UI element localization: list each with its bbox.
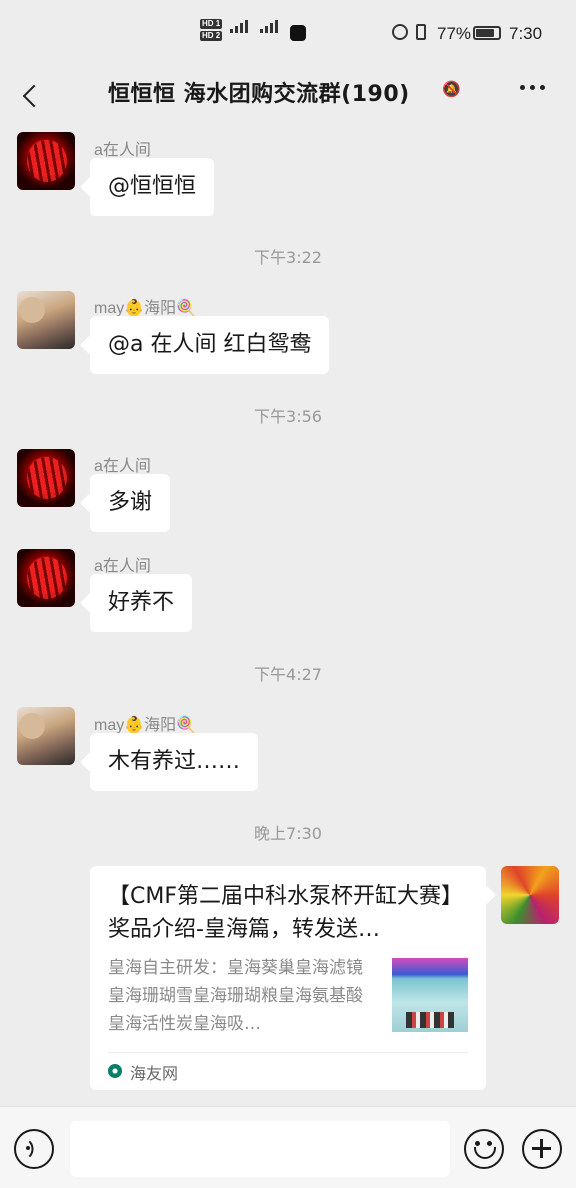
battery-percent: 77% (437, 24, 472, 43)
my-avatar[interactable] (501, 866, 559, 924)
more-icon[interactable] (520, 85, 545, 90)
chat-header: 恒恒恒 海水团购交流群(190) 🔕 (0, 68, 576, 124)
divider (108, 1052, 468, 1053)
source-logo-icon (108, 1064, 122, 1078)
sender-name: a在人间 (94, 558, 151, 575)
message-bubble[interactable]: 木有养过…… (90, 733, 259, 791)
timestamp: 下午3:56 (254, 407, 322, 426)
link-card-thumbnail (392, 958, 468, 1032)
chat-title: 恒恒恒 海水团购交流群(190) (108, 82, 410, 107)
signal-2-icon (260, 20, 278, 33)
sender-name: may👶海阳🍭 (94, 717, 197, 734)
message-bubble[interactable]: 好养不 (90, 574, 193, 632)
alarm-icon (392, 24, 408, 40)
avatar[interactable] (17, 707, 75, 765)
message-bubble[interactable]: @a 在人间 红白鸳鸯 (90, 316, 330, 374)
sender-name: a在人间 (94, 142, 151, 159)
status-time: 7:30 (509, 24, 543, 43)
timestamp: 晚上7:30 (254, 824, 322, 843)
link-card-source: 海友网 (130, 1064, 179, 1083)
sender-name: may👶海阳🍭 (94, 300, 197, 317)
hd-indicator: HD 1 HD 2 (200, 19, 223, 41)
avatar[interactable] (17, 549, 75, 607)
plus-icon[interactable] (522, 1129, 562, 1169)
sender-name: a在人间 (94, 458, 151, 475)
avatar[interactable] (17, 449, 75, 507)
timestamp: 下午3:22 (254, 248, 322, 267)
message-bubble[interactable]: 多谢 (90, 474, 171, 532)
bell-off-icon: 🔕 (442, 80, 461, 98)
status-bar: HD 1 HD 2 77% 7:30 (0, 0, 576, 68)
emoji-icon[interactable] (464, 1129, 504, 1169)
app-notification-icon (290, 25, 306, 41)
message-bubble[interactable]: @恒恒恒 (90, 158, 215, 216)
link-card-title: 【CMF第二届中科水泵杯开缸大赛】奖品介绍-皇海篇，转发送… (108, 884, 463, 942)
battery-icon (473, 26, 501, 40)
back-icon[interactable] (20, 78, 48, 114)
input-bar (0, 1106, 576, 1188)
signal-1-icon (230, 20, 248, 33)
vibrate-icon (416, 24, 426, 40)
link-card[interactable]: 【CMF第二届中科水泵杯开缸大赛】奖品介绍-皇海篇，转发送… 皇海自主研发：皇海… (90, 866, 486, 1090)
link-card-description: 皇海自主研发：皇海葵巢皇海滤镜皇海珊瑚雪皇海珊瑚粮皇海氨基酸皇海活性炭皇海吸… (108, 958, 363, 1034)
message-input[interactable] (70, 1121, 450, 1177)
timestamp: 下午4:27 (254, 665, 322, 684)
avatar[interactable] (17, 291, 75, 349)
voice-icon[interactable] (14, 1129, 54, 1169)
avatar[interactable] (17, 132, 75, 190)
